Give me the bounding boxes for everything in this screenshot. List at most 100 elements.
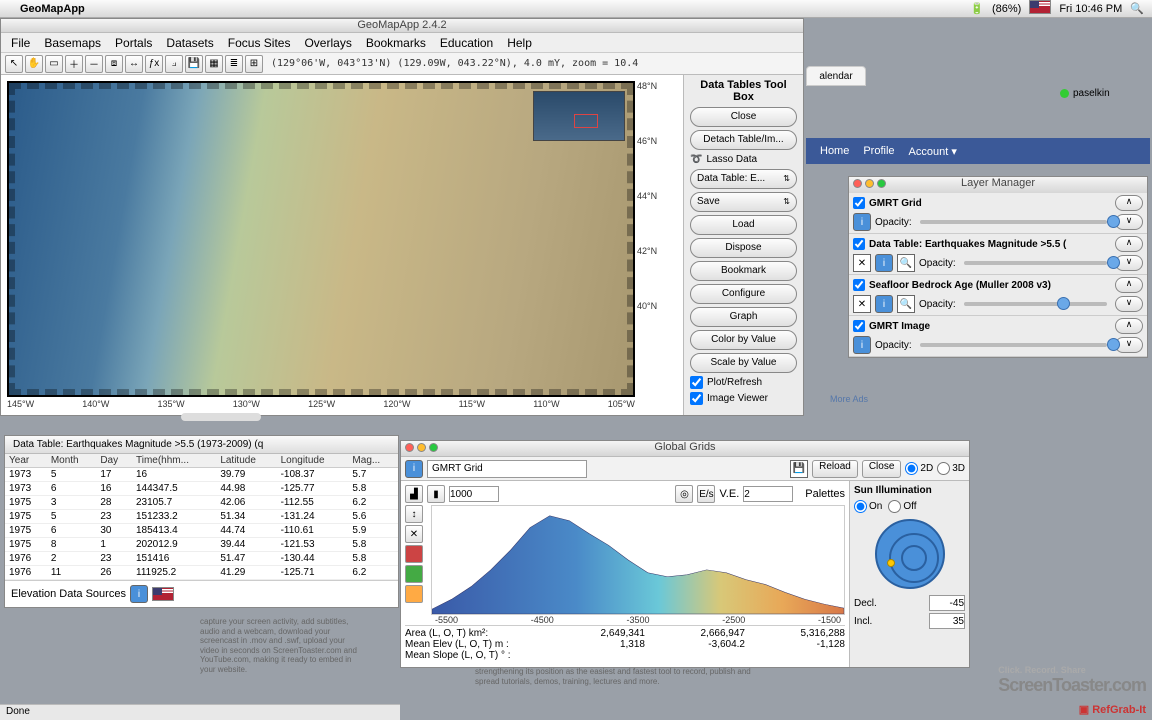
graph-button[interactable]: Graph	[690, 307, 797, 327]
table-col[interactable]: Day	[96, 454, 132, 468]
refgrab-icon[interactable]: ▣ RefGrab-It	[1079, 703, 1146, 716]
swatch-orange-icon[interactable]	[405, 585, 423, 603]
table-row[interactable]: 1973616144347.544.98-125.775.8	[5, 482, 398, 496]
es-icon[interactable]: E/s	[697, 485, 715, 503]
table-col[interactable]: Year	[5, 454, 47, 468]
sun-off-radio[interactable]: Off	[888, 500, 916, 513]
mode-2d-radio[interactable]: 2D	[905, 462, 933, 475]
table-col[interactable]: Longitude	[277, 454, 349, 468]
spotlight-icon[interactable]: 🔍	[1130, 2, 1144, 15]
sun-dial[interactable]	[875, 519, 945, 589]
table-row[interactable]: 197622315141651.47-130.445.8	[5, 552, 398, 566]
hist-fit-icon[interactable]: ↕	[405, 505, 423, 523]
zoom-in-icon[interactable]: ＋	[65, 55, 83, 73]
hist-close-icon[interactable]: ✕	[405, 525, 423, 543]
sun-position-icon[interactable]	[887, 559, 895, 567]
layer-up-button[interactable]: ∧	[1115, 318, 1143, 334]
layer-zoom-icon[interactable]: 🔍	[897, 254, 915, 272]
opacity-slider[interactable]	[964, 261, 1107, 265]
save-grid-icon[interactable]: 💾	[790, 460, 808, 478]
scale-by-value-button[interactable]: Scale by Value	[690, 353, 797, 373]
profile-icon[interactable]: ƒx	[145, 55, 163, 73]
browser-tab[interactable]: alendar	[806, 66, 866, 86]
layer-zoom-icon[interactable]: 🔍	[897, 295, 915, 313]
layer-up-button[interactable]: ∧	[1115, 195, 1143, 211]
menu-focus-sites[interactable]: Focus Sites	[228, 36, 291, 50]
save-icon[interactable]: 💾	[185, 55, 203, 73]
grid-icon[interactable]: ▦	[205, 55, 223, 73]
ve-input[interactable]	[743, 486, 793, 502]
menu-file[interactable]: File	[11, 36, 30, 50]
load-button[interactable]: Load	[690, 215, 797, 235]
minimize-icon[interactable]	[865, 179, 874, 188]
reload-button[interactable]: Reload	[812, 460, 858, 478]
menu-education[interactable]: Education	[440, 36, 493, 50]
menu-overlays[interactable]: Overlays	[304, 36, 351, 50]
hist-bin-input[interactable]	[449, 486, 499, 502]
table-row[interactable]: 19735171639.79-108.375.7	[5, 468, 398, 482]
layer-info-icon[interactable]: i	[853, 336, 871, 354]
menu-datasets[interactable]: Datasets	[166, 36, 213, 50]
fb-profile[interactable]: Profile	[863, 145, 894, 157]
map-scroll-thumb[interactable]	[181, 413, 261, 421]
configure-button[interactable]: Configure	[690, 284, 797, 304]
fb-home[interactable]: Home	[820, 145, 849, 157]
menu-basemaps[interactable]: Basemaps	[44, 36, 101, 50]
table-col[interactable]: Mag...	[348, 454, 398, 468]
layer-remove-button[interactable]: ✕	[853, 295, 871, 313]
swatch-green-icon[interactable]	[405, 565, 423, 583]
menu-bookmarks[interactable]: Bookmarks	[366, 36, 426, 50]
pan-icon[interactable]: ✋	[25, 55, 43, 73]
grids-close-button[interactable]: Close	[862, 460, 902, 478]
layer-down-button[interactable]: ∨	[1115, 296, 1143, 312]
table-col[interactable]: Month	[47, 454, 97, 468]
contour-icon[interactable]: ◎	[675, 485, 693, 503]
swatch-red-icon[interactable]	[405, 545, 423, 563]
inset-map[interactable]	[533, 91, 625, 141]
mode-3d-radio[interactable]: 3D	[937, 462, 965, 475]
data-table-tab[interactable]: Data Table: Earthquakes Magnitude >5.5 (…	[5, 436, 398, 454]
select-icon[interactable]: ▭	[45, 55, 63, 73]
layer-info-icon[interactable]: i	[853, 213, 871, 231]
layer-up-button[interactable]: ∧	[1115, 277, 1143, 293]
digitize-icon[interactable]: ⟓	[165, 55, 183, 73]
palettes-label[interactable]: Palettes	[805, 488, 845, 500]
measure-icon[interactable]: ↔	[125, 55, 143, 73]
dispose-button[interactable]: Dispose	[690, 238, 797, 258]
mac-app-name[interactable]: GeoMapApp	[20, 3, 85, 15]
decl-input[interactable]	[929, 595, 965, 611]
palette-land-icon[interactable]: ▟	[405, 485, 423, 503]
opacity-slider[interactable]	[964, 302, 1107, 306]
zoom-out-icon[interactable]: －	[85, 55, 103, 73]
menu-help[interactable]: Help	[507, 36, 532, 50]
palette-bar-icon[interactable]: ▮	[427, 485, 445, 503]
table-col[interactable]: Time(hhm...	[132, 454, 216, 468]
layers-icon[interactable]: ≣	[225, 55, 243, 73]
zoom-icon[interactable]	[429, 443, 438, 452]
menu-portals[interactable]: Portals	[115, 36, 152, 50]
close-icon[interactable]	[405, 443, 414, 452]
save-select[interactable]: Save	[690, 192, 797, 212]
histogram-chart[interactable]	[431, 505, 845, 615]
table-icon[interactable]: ⊞	[245, 55, 263, 73]
table-row[interactable]: 197581202012.939.44-121.535.8	[5, 538, 398, 552]
layer-info-icon[interactable]: i	[875, 254, 893, 272]
grid-info-icon[interactable]: i	[405, 460, 423, 478]
flag-us-icon[interactable]	[152, 587, 174, 601]
layer-visible-check[interactable]	[853, 238, 865, 250]
layer-remove-button[interactable]: ✕	[853, 254, 871, 272]
layer-up-button[interactable]: ∧	[1115, 236, 1143, 252]
table-col[interactable]: Latitude	[216, 454, 276, 468]
table-row[interactable]: 19761126111925.241.29-125.716.2	[5, 566, 398, 580]
fb-account[interactable]: Account ▾	[909, 145, 957, 158]
data-table[interactable]: YearMonthDayTime(hhm...LatitudeLongitude…	[5, 454, 398, 580]
pointer-icon[interactable]: ↖	[5, 55, 23, 73]
table-select[interactable]: Data Table: E...	[690, 169, 797, 189]
table-row[interactable]: 1975523151233.251.34-131.245.6	[5, 510, 398, 524]
color-by-value-button[interactable]: Color by Value	[690, 330, 797, 350]
table-row[interactable]: 197532823105.742.06-112.556.2	[5, 496, 398, 510]
image-viewer-check[interactable]: Image Viewer	[690, 392, 797, 405]
layer-info-icon[interactable]: i	[875, 295, 893, 313]
close-icon[interactable]	[853, 179, 862, 188]
bookmark-button[interactable]: Bookmark	[690, 261, 797, 281]
